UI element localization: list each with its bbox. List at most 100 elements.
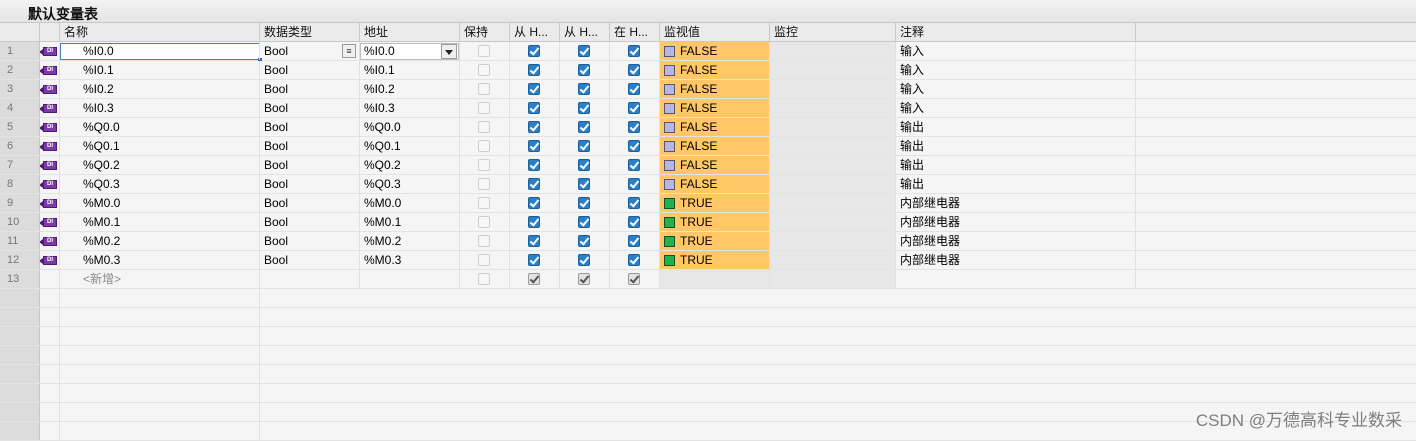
row-number[interactable]: 10 xyxy=(0,213,40,231)
address[interactable]: %Q0.0 xyxy=(360,118,460,136)
in-h-cell[interactable] xyxy=(610,251,660,269)
table-row[interactable]: 6 DI %Q0.1 Bool %Q0.1 FALSE 输出 xyxy=(0,137,1416,156)
comment[interactable]: 内部继电器 xyxy=(896,232,1136,250)
from-h-2-cell[interactable] xyxy=(560,118,610,136)
retain-checkbox[interactable] xyxy=(478,197,490,209)
in-h-checkbox[interactable] xyxy=(628,273,640,285)
from-h-2-checkbox[interactable] xyxy=(578,64,590,76)
table-row[interactable]: 3 DI %I0.2 Bool %I0.2 FALSE 输入 xyxy=(0,80,1416,99)
in-h-cell[interactable] xyxy=(610,118,660,136)
header-monitor-value[interactable]: 监视值 xyxy=(660,23,770,41)
from-h-2-cell[interactable] xyxy=(560,232,610,250)
retain-cell[interactable] xyxy=(460,118,510,136)
from-h-1-checkbox[interactable] xyxy=(528,45,540,57)
retain-checkbox[interactable] xyxy=(478,102,490,114)
retain-checkbox[interactable] xyxy=(478,178,490,190)
tag-name[interactable]: %Q0.3 xyxy=(60,175,260,193)
from-h-1-cell[interactable] xyxy=(510,232,560,250)
retain-checkbox[interactable] xyxy=(478,216,490,228)
from-h-1-cell[interactable] xyxy=(510,80,560,98)
comment[interactable]: 内部继电器 xyxy=(896,251,1136,269)
from-h-2-checkbox[interactable] xyxy=(578,102,590,114)
in-h-checkbox[interactable] xyxy=(628,178,640,190)
row-number[interactable]: 2 xyxy=(0,61,40,79)
from-h-1-checkbox[interactable] xyxy=(528,273,540,285)
in-h-cell[interactable] xyxy=(610,194,660,212)
address[interactable]: %Q0.2 xyxy=(360,156,460,174)
data-type[interactable]: Bool xyxy=(260,232,360,250)
comment[interactable]: 输出 xyxy=(896,137,1136,155)
monitor-control[interactable] xyxy=(770,42,896,60)
in-h-cell[interactable] xyxy=(610,232,660,250)
tag-name[interactable]: %I0.3 xyxy=(60,99,260,117)
from-h-2-checkbox[interactable] xyxy=(578,159,590,171)
retain-cell[interactable] xyxy=(460,232,510,250)
in-h-cell[interactable] xyxy=(610,80,660,98)
data-type[interactable]: Bool xyxy=(260,251,360,269)
data-type[interactable]: Bool xyxy=(260,213,360,231)
retain-checkbox[interactable] xyxy=(478,235,490,247)
from-h-1-checkbox[interactable] xyxy=(528,254,540,266)
from-h-2-checkbox[interactable] xyxy=(578,216,590,228)
retain-checkbox[interactable] xyxy=(478,159,490,171)
in-h-cell[interactable] xyxy=(610,175,660,193)
table-row[interactable]: 8 DI %Q0.3 Bool %Q0.3 FALSE 输出 xyxy=(0,175,1416,194)
in-h-checkbox[interactable] xyxy=(628,121,640,133)
in-h-cell[interactable] xyxy=(610,270,660,288)
monitor-control[interactable] xyxy=(770,232,896,250)
from-h-2-checkbox[interactable] xyxy=(578,121,590,133)
comment[interactable]: 输入 xyxy=(896,61,1136,79)
retain-cell[interactable] xyxy=(460,156,510,174)
from-h-1-checkbox[interactable] xyxy=(528,216,540,228)
header-from-h-1[interactable]: 从 H... xyxy=(510,23,560,41)
from-h-1-cell[interactable] xyxy=(510,99,560,117)
from-h-1-checkbox[interactable] xyxy=(528,83,540,95)
header-row-number[interactable] xyxy=(0,23,40,41)
from-h-1-cell[interactable] xyxy=(510,194,560,212)
in-h-cell[interactable] xyxy=(610,213,660,231)
from-h-1-cell[interactable] xyxy=(510,156,560,174)
address[interactable]: %Q0.3 xyxy=(360,175,460,193)
comment[interactable]: 输入 xyxy=(896,99,1136,117)
from-h-2-cell[interactable] xyxy=(560,42,610,60)
header-comment[interactable]: 注释 xyxy=(896,23,1136,41)
data-type[interactable]: Bool xyxy=(260,118,360,136)
from-h-1-checkbox[interactable] xyxy=(528,64,540,76)
from-h-1-checkbox[interactable] xyxy=(528,159,540,171)
header-name[interactable]: 名称 xyxy=(60,23,260,41)
retain-cell[interactable] xyxy=(460,137,510,155)
in-h-cell[interactable] xyxy=(610,137,660,155)
in-h-checkbox[interactable] xyxy=(628,197,640,209)
monitor-control[interactable] xyxy=(770,194,896,212)
from-h-1-checkbox[interactable] xyxy=(528,235,540,247)
tag-name[interactable]: %M0.0 xyxy=(60,194,260,212)
in-h-checkbox[interactable] xyxy=(628,64,640,76)
comment[interactable] xyxy=(896,270,1136,288)
header-icon[interactable] xyxy=(40,23,60,41)
table-row[interactable]: 5 DI %Q0.0 Bool %Q0.0 FALSE 输出 xyxy=(0,118,1416,137)
table-row[interactable]: 7 DI %Q0.2 Bool %Q0.2 FALSE 输出 xyxy=(0,156,1416,175)
comment[interactable]: 输出 xyxy=(896,156,1136,174)
monitor-control[interactable] xyxy=(770,118,896,136)
from-h-1-cell[interactable] xyxy=(510,175,560,193)
data-type[interactable]: Bool xyxy=(260,156,360,174)
in-h-checkbox[interactable] xyxy=(628,45,640,57)
row-number[interactable]: 4 xyxy=(0,99,40,117)
from-h-2-checkbox[interactable] xyxy=(578,178,590,190)
retain-checkbox[interactable] xyxy=(478,140,490,152)
from-h-1-checkbox[interactable] xyxy=(528,140,540,152)
from-h-2-checkbox[interactable] xyxy=(578,83,590,95)
in-h-checkbox[interactable] xyxy=(628,83,640,95)
table-row[interactable]: 9 DI %M0.0 Bool %M0.0 TRUE 内部继电器 xyxy=(0,194,1416,213)
header-in-h[interactable]: 在 H... xyxy=(610,23,660,41)
header-address[interactable]: 地址 xyxy=(360,23,460,41)
retain-checkbox[interactable] xyxy=(478,64,490,76)
address[interactable]: %M0.0 xyxy=(360,194,460,212)
from-h-2-checkbox[interactable] xyxy=(578,45,590,57)
table-row[interactable]: 12 DI %M0.3 Bool %M0.3 TRUE 内部继电器 xyxy=(0,251,1416,270)
address[interactable]: %M0.1 xyxy=(360,213,460,231)
table-row[interactable]: 11 DI %M0.2 Bool %M0.2 TRUE 内部继电器 xyxy=(0,232,1416,251)
from-h-2-cell[interactable] xyxy=(560,213,610,231)
in-h-checkbox[interactable] xyxy=(628,235,640,247)
from-h-2-cell[interactable] xyxy=(560,270,610,288)
